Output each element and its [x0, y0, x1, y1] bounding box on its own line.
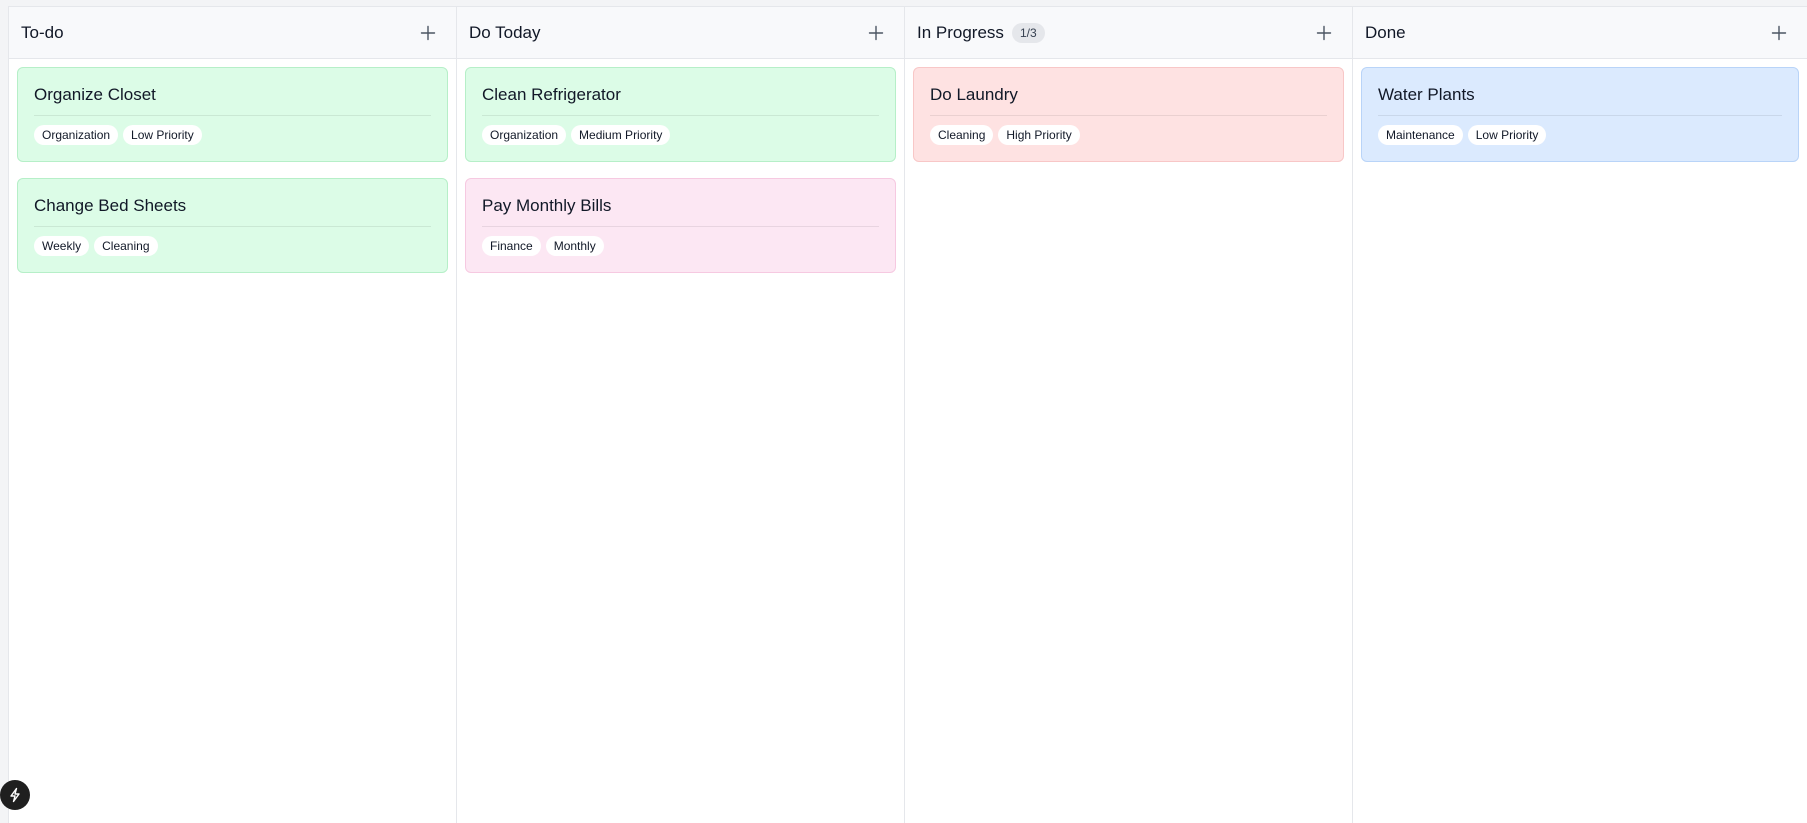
- lightning-icon: [10, 787, 20, 803]
- column-header: To-do: [9, 7, 456, 59]
- card-title: Water Plants: [1378, 82, 1782, 116]
- plus-icon: [868, 25, 884, 40]
- task-card[interactable]: Do Laundry Cleaning High Priority: [913, 67, 1344, 162]
- card-list: Do Laundry Cleaning High Priority: [905, 59, 1352, 162]
- add-card-button[interactable]: [862, 19, 890, 47]
- column-header: Do Today: [457, 7, 904, 59]
- card-title: Do Laundry: [930, 82, 1327, 116]
- add-card-button[interactable]: [1310, 19, 1338, 47]
- card-title: Pay Monthly Bills: [482, 193, 879, 227]
- tag: Cleaning: [94, 236, 158, 256]
- tag: Medium Priority: [571, 125, 671, 145]
- card-list: Organize Closet Organization Low Priorit…: [9, 59, 456, 273]
- quick-action-button[interactable]: [0, 780, 30, 810]
- plus-icon: [420, 25, 436, 40]
- add-card-button[interactable]: [414, 19, 442, 47]
- task-card[interactable]: Water Plants Maintenance Low Priority: [1361, 67, 1799, 162]
- add-card-button[interactable]: [1765, 19, 1793, 47]
- wip-count-badge: 1/3: [1011, 22, 1045, 43]
- column-title: Done: [1365, 22, 1406, 42]
- card-list: Water Plants Maintenance Low Priority: [1353, 59, 1807, 162]
- column-todo: To-do Organize Closet Organization Low P…: [9, 7, 457, 823]
- tag-list: Finance Monthly: [482, 236, 879, 256]
- tag-list: Cleaning High Priority: [930, 125, 1327, 145]
- column-title: To-do: [21, 22, 64, 42]
- column-in-progress: In Progress 1/3 Do Laundry Cleaning High…: [905, 7, 1353, 823]
- column-title: Do Today: [469, 22, 541, 42]
- plus-icon: [1771, 25, 1787, 40]
- tag: Organization: [34, 125, 119, 145]
- tag-list: Maintenance Low Priority: [1378, 125, 1782, 145]
- task-card[interactable]: Pay Monthly Bills Finance Monthly: [465, 178, 896, 273]
- tag: Weekly: [34, 236, 90, 256]
- tag: Monthly: [545, 236, 604, 256]
- column-title: In Progress: [917, 22, 1004, 42]
- tag-list: Organization Low Priority: [34, 125, 431, 145]
- card-list: Clean Refrigerator Organization Medium P…: [457, 59, 904, 273]
- tag: Maintenance: [1378, 125, 1463, 145]
- card-title: Clean Refrigerator: [482, 82, 879, 116]
- tag-list: Weekly Cleaning: [34, 236, 431, 256]
- card-title: Organize Closet: [34, 82, 431, 116]
- tag-list: Organization Medium Priority: [482, 125, 879, 145]
- plus-icon: [1316, 25, 1332, 40]
- column-header: In Progress 1/3: [905, 7, 1352, 59]
- column-do-today: Do Today Clean Refrigerator Organization…: [457, 7, 905, 823]
- tag: Organization: [482, 125, 567, 145]
- card-title: Change Bed Sheets: [34, 193, 431, 227]
- tag: Low Priority: [1467, 125, 1547, 145]
- tag: High Priority: [998, 125, 1080, 145]
- column-header: Done: [1353, 7, 1807, 59]
- tag: Low Priority: [123, 125, 202, 145]
- tag: Finance: [482, 236, 541, 256]
- task-card[interactable]: Change Bed Sheets Weekly Cleaning: [17, 178, 448, 273]
- task-card[interactable]: Clean Refrigerator Organization Medium P…: [465, 67, 896, 162]
- task-card[interactable]: Organize Closet Organization Low Priorit…: [17, 67, 448, 162]
- tag: Cleaning: [930, 125, 994, 145]
- kanban-board: To-do Organize Closet Organization Low P…: [8, 6, 1807, 823]
- column-done: Done Water Plants Maintenance Low Priori…: [1353, 7, 1807, 823]
